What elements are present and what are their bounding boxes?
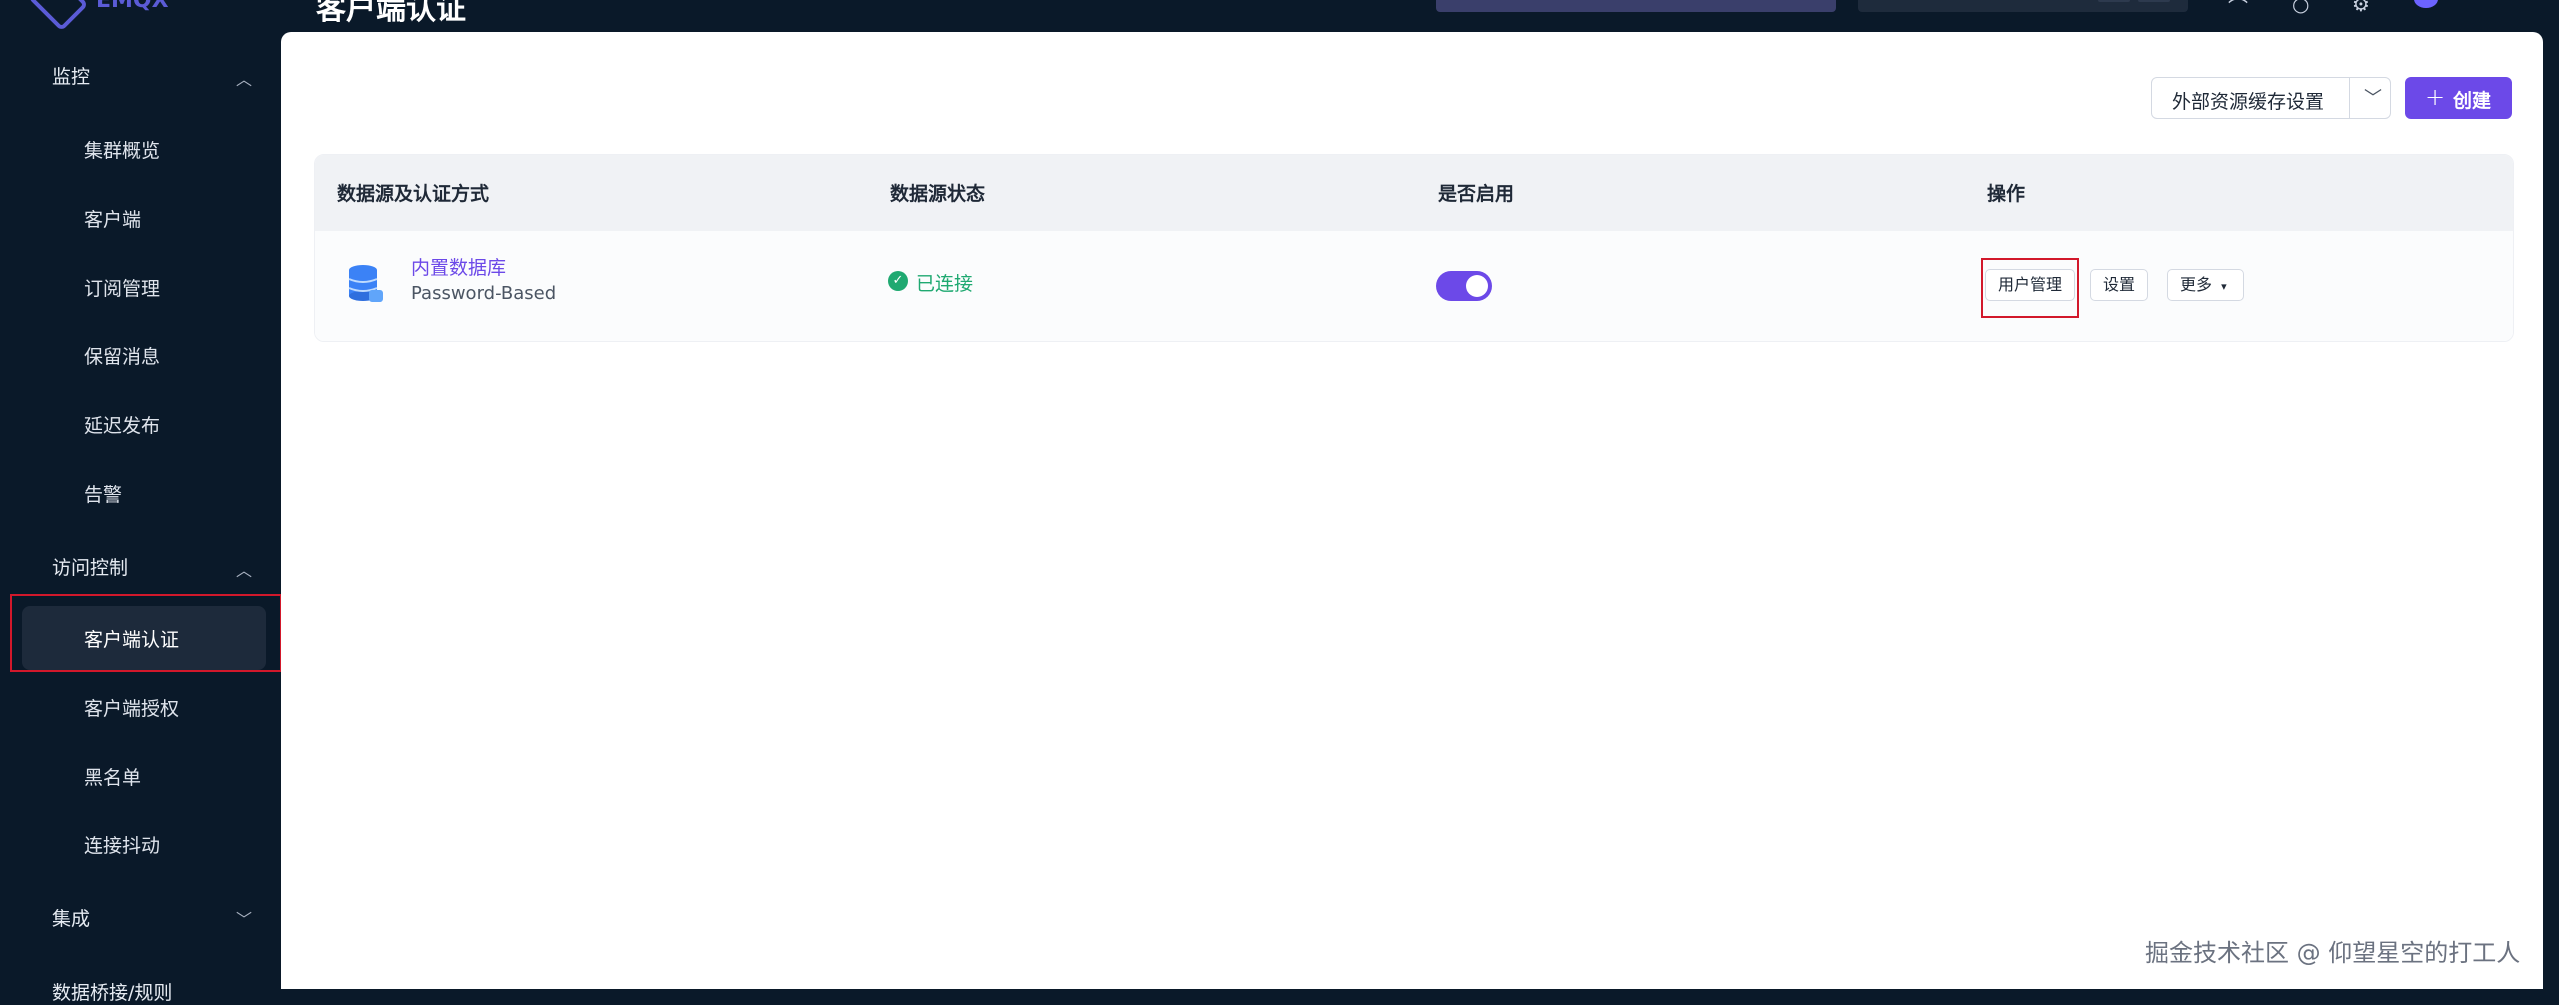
table-header: 数据源及认证方式 数据源状态 是否启用 操作: [315, 155, 2513, 231]
shortcut-key-icon: [2098, 0, 2130, 2]
annotation-outline: [10, 594, 282, 672]
chevron-down-icon[interactable]: ﹀: [2364, 84, 2382, 110]
create-button[interactable]: + 创建: [2405, 77, 2512, 119]
settings-icon[interactable]: ⚙: [2352, 0, 2374, 16]
annotation-outline: [1981, 258, 2079, 318]
sidebar-group-integration[interactable]: 集成: [52, 904, 90, 931]
help-icon[interactable]: ○: [2292, 0, 2314, 16]
column-header: 操作: [1987, 183, 2026, 205]
sidebar-item-blacklist[interactable]: 黑名单: [84, 763, 141, 790]
notification-icon[interactable]: ⌒: [2228, 0, 2250, 20]
cache-settings-label: 外部资源缓存设置: [2172, 91, 2325, 113]
create-label: 创建: [2453, 90, 2492, 112]
global-search-input[interactable]: [1436, 0, 1836, 12]
caret-down-icon: ▾: [2221, 280, 2227, 293]
table-row: 内置数据库 Password-Based ✓ 已连接 用户管理 设置 更多 ▾: [315, 231, 2513, 341]
cache-settings-button[interactable]: 外部资源缓存设置 ﹀: [2151, 77, 2391, 119]
plus-icon: +: [2425, 83, 2446, 111]
divider: [2349, 78, 2350, 118]
sidebar-group-data-bridge[interactable]: 数据桥接/规则: [52, 978, 172, 1005]
auth-table: 数据源及认证方式 数据源状态 是否启用 操作 内置数据库 Password-Ba…: [314, 154, 2514, 342]
database-icon: [348, 265, 383, 302]
chevron-up-icon[interactable]: ︿: [236, 66, 252, 90]
sidebar-item-clients[interactable]: 客户端: [84, 205, 141, 232]
shortcut-key-icon: [2138, 0, 2170, 2]
column-header: 是否启用: [1438, 183, 1515, 205]
column-header: 数据源状态: [890, 183, 986, 205]
sidebar-item-cluster-overview[interactable]: 集群概览: [84, 136, 160, 163]
top-bar: EMQX 客户端认证 ⌒ ○ ⚙: [0, 0, 2559, 32]
sidebar-group-access-control[interactable]: 访问控制: [52, 553, 128, 580]
more-label: 更多: [2180, 275, 2213, 294]
sidebar-group-monitor[interactable]: 监控: [52, 62, 90, 89]
datasource-name-link[interactable]: 内置数据库: [411, 253, 506, 280]
check-circle-icon: ✓: [888, 271, 908, 291]
chevron-up-icon[interactable]: ︿: [236, 557, 252, 581]
logo-text: EMQX: [96, 0, 169, 13]
toggle-knob: [1466, 275, 1488, 297]
watermark: 掘金技术社区 @ 仰望星空的打工人: [2145, 939, 2521, 967]
sidebar-item-retained[interactable]: 保留消息: [84, 342, 160, 369]
sidebar-item-flapping[interactable]: 连接抖动: [84, 831, 160, 858]
sidebar-item-delayed[interactable]: 延迟发布: [84, 411, 160, 438]
sidebar-item-authorization[interactable]: 客户端授权: [84, 694, 179, 721]
command-search-input[interactable]: [1858, 0, 2188, 12]
column-header: 数据源及认证方式: [337, 183, 490, 205]
chevron-down-icon[interactable]: ﹀: [236, 906, 252, 930]
enable-toggle[interactable]: [1436, 271, 1492, 301]
avatar[interactable]: [2414, 0, 2438, 8]
more-dropdown-button[interactable]: 更多 ▾: [2167, 269, 2244, 301]
sidebar-item-subscriptions[interactable]: 订阅管理: [84, 274, 160, 301]
logo-icon: [27, 0, 89, 32]
settings-button[interactable]: 设置: [2090, 269, 2148, 301]
sidebar-item-alarms[interactable]: 告警: [84, 480, 122, 507]
datasource-type: Password-Based: [411, 283, 557, 304]
status-badge: 已连接: [916, 273, 974, 295]
page-title: 客户端认证: [316, 0, 466, 27]
